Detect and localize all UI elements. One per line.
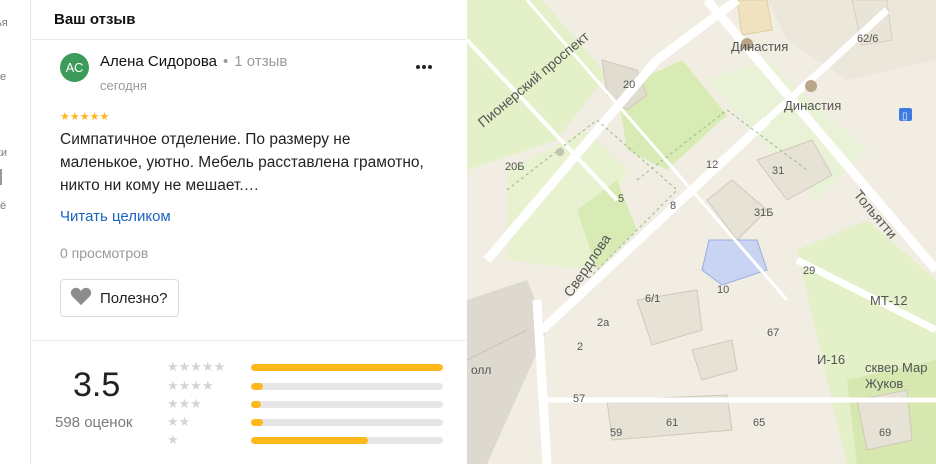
map-label-number: 67 <box>767 327 779 339</box>
left-strip-marker <box>0 169 2 185</box>
map-label-number: 31 <box>772 165 784 177</box>
read-more-link[interactable]: Читать целиком <box>60 208 171 225</box>
rating-row-bar-fill <box>251 419 263 426</box>
rating-row-stars: ★★ <box>167 414 191 429</box>
left-strip-label: ья <box>0 17 8 29</box>
map-label-number: 10 <box>717 284 729 296</box>
map-label-i16: И-16 <box>817 352 845 367</box>
map-label-dinastiya: Династия <box>784 98 841 113</box>
author-name[interactable]: Алена Сидорова <box>100 53 217 70</box>
rating-row: ★★ <box>167 413 447 431</box>
rating-row: ★★★ <box>167 395 447 413</box>
map-label-number: 12 <box>706 159 718 171</box>
rating-row-bar-fill <box>251 364 443 371</box>
divider <box>31 340 467 341</box>
more-dots-icon[interactable] <box>411 54 437 80</box>
map-label-number: 6/1 <box>645 293 660 305</box>
map-label-oll: олл <box>471 363 491 377</box>
map-label-number: 8 <box>670 200 676 212</box>
left-strip-label: е <box>0 71 7 83</box>
rating-count: 598 оценок <box>55 414 133 431</box>
review-date: сегодня <box>100 78 147 93</box>
separator-dot: • <box>223 53 229 70</box>
rating-row-bar-fill <box>251 401 261 408</box>
section-title: Ваш отзыв <box>54 11 136 28</box>
map-label-skver: сквер Мар <box>865 360 927 375</box>
map-label-number: 57 <box>573 393 585 405</box>
map-label-number: 2 <box>577 341 583 353</box>
rating-row-bar-fill <box>251 437 369 444</box>
rating-score: 3.5 <box>73 366 121 404</box>
heart-icon <box>70 286 92 311</box>
rating-row: ★ <box>167 431 447 449</box>
left-strip-label: ё <box>0 200 7 212</box>
review-panel: Ваш отзыв АС Алена Сидорова • 1 отзыв сего… <box>31 0 467 464</box>
map-label-number: 65 <box>753 417 765 429</box>
map-label-number: 29 <box>803 265 815 277</box>
rating-row-bar <box>251 383 443 390</box>
rating-row-stars: ★★★★★ <box>167 359 226 374</box>
map-label-number: 2а <box>597 317 610 329</box>
author-review-count: 1 отзыв <box>234 53 288 70</box>
review-author: Алена Сидорова • 1 отзыв <box>100 53 287 70</box>
rating-row-stars: ★★★★ <box>167 378 214 393</box>
map-label-mt12: МТ-12 <box>870 293 908 308</box>
map-label-number: 5 <box>618 193 624 205</box>
map-label-number: 69 <box>879 427 891 439</box>
avatar[interactable]: АС <box>60 53 89 82</box>
rating-row-bar <box>251 401 443 408</box>
map-label-dinastiya: Династия <box>731 39 788 54</box>
rating-row-bar <box>251 419 443 426</box>
map-label-number: 62/6 <box>857 33 878 45</box>
rating-row-stars: ★★★ <box>167 396 202 411</box>
map-label-number: 59 <box>610 427 622 439</box>
review-text: Симпатичное отделение. По размеру не мал… <box>60 131 424 194</box>
map-label-skver: Жуков <box>865 376 903 391</box>
map-label-number: 61 <box>666 417 678 429</box>
left-edge-strip: ья е ки ё <box>0 0 31 464</box>
left-strip-label: ки <box>0 147 7 159</box>
useful-label: Полезно? <box>100 289 168 307</box>
review-rating-stars: ★★★★★ <box>60 111 110 123</box>
map-label-number: 31Б <box>754 207 773 219</box>
useful-button[interactable]: Полезно? <box>60 279 180 317</box>
divider <box>31 39 467 40</box>
svg-text:▯: ▯ <box>902 111 908 122</box>
map-label-number: 20 <box>623 79 635 91</box>
rating-row: ★★★★★ <box>167 358 447 376</box>
rating-row: ★★★★ <box>167 377 447 395</box>
map[interactable]: ▯ Пионерский проспект Свердлова Тольятти… <box>467 0 936 464</box>
rating-row-bar <box>251 364 443 371</box>
rating-row-bar <box>251 437 443 444</box>
rating-row-stars: ★ <box>167 432 179 447</box>
rating-row-bar-fill <box>251 383 263 390</box>
map-label-number: 20Б <box>505 161 524 173</box>
views-count: 0 просмотров <box>60 245 149 261</box>
